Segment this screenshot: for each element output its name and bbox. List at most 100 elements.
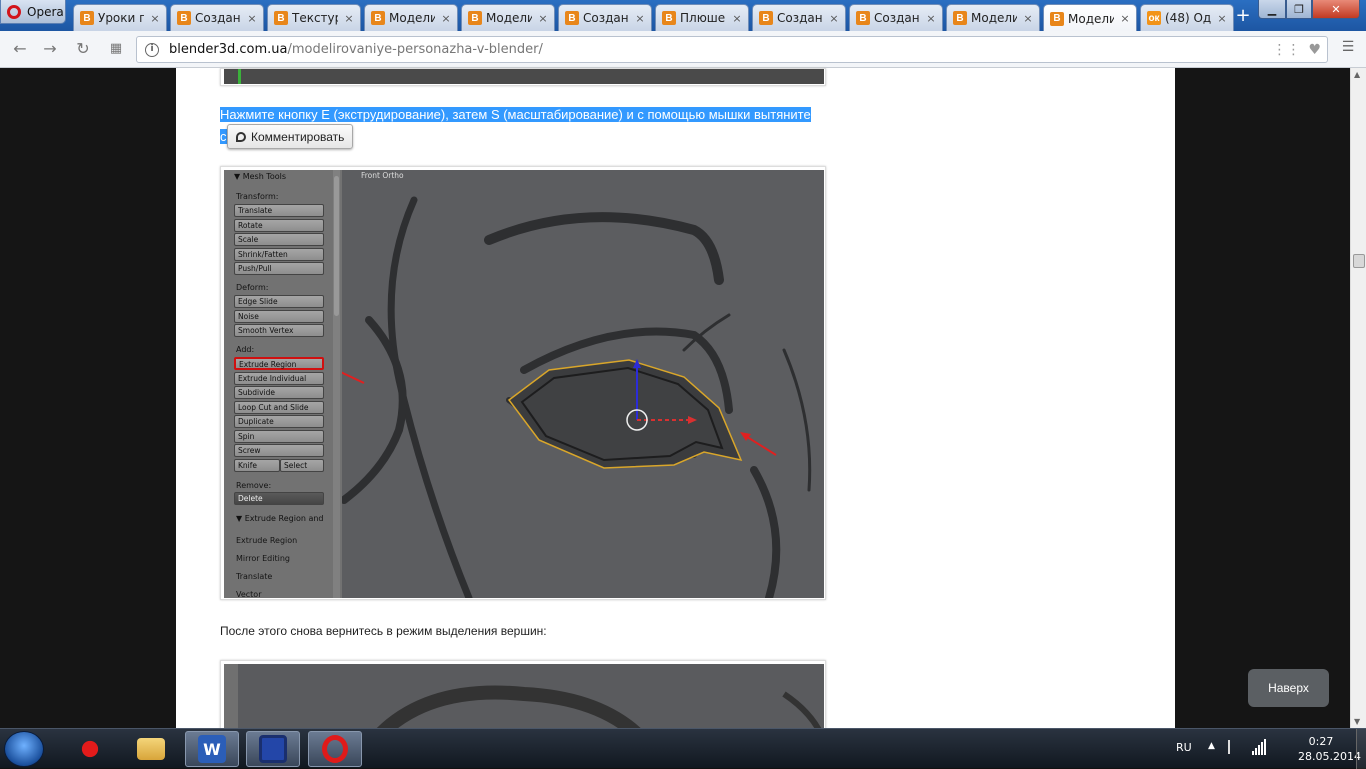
tab-title: Плюше: [680, 11, 726, 25]
window-controls: ▁ ❐ ✕: [1258, 0, 1362, 20]
tab-5[interactable]: B Создани ×: [558, 4, 652, 31]
blender-icon: B: [662, 11, 676, 25]
reload-icon[interactable]: ↻: [73, 39, 93, 59]
operator-item: Mirror Editing: [236, 554, 290, 563]
tab-0[interactable]: B Уроки по ×: [73, 4, 167, 31]
tool-button[interactable]: Extrude Individual: [234, 372, 324, 385]
tab-close-icon[interactable]: ×: [148, 12, 162, 25]
tab-title: Модели: [971, 11, 1017, 25]
action-center-flag-icon[interactable]: [1228, 740, 1240, 754]
tab-strip: Opera B Уроки по × B Создани × B Текстур × B Модел…: [0, 0, 1366, 32]
heart-icon[interactable]: ♥: [1308, 42, 1321, 58]
tab-2[interactable]: B Текстур ×: [267, 4, 361, 31]
comment-tooltip-button[interactable]: Комментировать: [227, 124, 354, 149]
taskbar-save-app[interactable]: [246, 731, 300, 767]
blender-screenshot: ▼ Mesh Tools Transform: Deform: Add: Remove:…: [224, 170, 824, 598]
tool-button[interactable]: Loop Cut and Slide: [234, 401, 324, 414]
forward-arrow-icon[interactable]: →: [40, 39, 60, 59]
delete-dropdown[interactable]: Delete: [234, 492, 324, 505]
tool-button[interactable]: Scale: [234, 233, 324, 246]
tab-10[interactable]: B Модели ×: [1043, 4, 1137, 32]
tool-button[interactable]: Noise: [234, 310, 324, 323]
scroll-down-icon[interactable]: ▼: [1354, 717, 1360, 726]
tool-button[interactable]: Shrink/Fatten: [234, 248, 324, 261]
blender-icon: B: [371, 11, 385, 25]
taskbar-app-paint[interactable]: [63, 731, 117, 767]
new-tab-button[interactable]: +: [1232, 6, 1254, 26]
tool-button[interactable]: Spin: [234, 430, 324, 443]
tab-close-icon[interactable]: ×: [536, 12, 550, 25]
tab-title: Модели: [389, 11, 435, 25]
tab-title: Модели: [486, 11, 532, 25]
tab-title: Текстур: [292, 11, 338, 25]
minimize-button[interactable]: ▁: [1258, 0, 1286, 19]
tab-close-icon[interactable]: ×: [1021, 12, 1035, 25]
page-scrollbar[interactable]: ▲ ▼: [1350, 68, 1366, 728]
tab-close-icon[interactable]: ×: [633, 12, 647, 25]
tool-button[interactable]: Push/Pull: [234, 262, 324, 275]
tab-close-icon[interactable]: ×: [342, 12, 356, 25]
odnoklassniki-icon: ок: [1147, 11, 1161, 25]
tool-button[interactable]: Edge Slide: [234, 295, 324, 308]
sidebar-menu-icon[interactable]: ☰: [1338, 39, 1358, 59]
mesh-tools-panel: ▼ Mesh Tools Transform: Deform: Add: Remove:…: [224, 170, 342, 598]
tab-1[interactable]: B Создани ×: [170, 4, 264, 31]
scroll-thumb[interactable]: [1353, 254, 1365, 268]
tool-button[interactable]: Rotate: [234, 219, 324, 232]
blender-icon: B: [856, 11, 870, 25]
select-button[interactable]: Select: [280, 459, 324, 472]
back-arrow-icon[interactable]: ←: [10, 39, 30, 59]
tab-title: (48) Одн: [1165, 11, 1211, 25]
tool-button[interactable]: Smooth Vertex: [234, 324, 324, 337]
network-signal-icon[interactable]: [1252, 739, 1266, 755]
opera-menu-button[interactable]: Opera: [0, 0, 66, 24]
panel-scrollbar[interactable]: [333, 170, 340, 598]
tab-7[interactable]: B Создани ×: [752, 4, 846, 31]
to-top-button[interactable]: Наверх: [1248, 669, 1329, 707]
operator-item: Translate: [236, 572, 273, 581]
clock-date: 28.05.2014: [1298, 750, 1361, 763]
start-button[interactable]: [4, 731, 44, 767]
tab-close-icon[interactable]: ×: [730, 12, 744, 25]
tab-8[interactable]: B Создани ×: [849, 4, 943, 31]
tab-close-icon[interactable]: ×: [924, 12, 938, 25]
tab-3[interactable]: B Модели ×: [364, 4, 458, 31]
system-tray: RU ▲ 0:27 28.05.2014: [1170, 729, 1366, 769]
knife-button[interactable]: Knife: [234, 459, 280, 472]
tab-close-icon[interactable]: ×: [827, 12, 841, 25]
show-hidden-icons-icon[interactable]: ▲: [1208, 741, 1215, 751]
word-icon: W: [198, 735, 226, 763]
site-info-icon[interactable]: i: [145, 42, 159, 57]
language-indicator[interactable]: RU: [1176, 741, 1192, 754]
scroll-up-icon[interactable]: ▲: [1354, 70, 1360, 79]
maximize-button[interactable]: ❐: [1286, 0, 1312, 19]
floppy-disk-icon: [259, 735, 287, 763]
tool-button[interactable]: Subdivide: [234, 386, 324, 399]
tab-title: Создани: [777, 11, 823, 25]
tool-button[interactable]: Screw: [234, 444, 324, 457]
extrude-figure: ▼ Mesh Tools Transform: Deform: Add: Remove:…: [220, 166, 826, 600]
page-grid-icon[interactable]: ⋮⋮: [1272, 42, 1300, 58]
tab-9[interactable]: B Модели ×: [946, 4, 1040, 31]
speed-dial-grid-icon[interactable]: ▦: [106, 39, 126, 59]
folder-icon: [137, 738, 165, 760]
tab-close-icon[interactable]: ×: [245, 12, 259, 25]
opera-logo-icon: [7, 4, 21, 19]
tab-close-icon[interactable]: ×: [439, 12, 453, 25]
tool-button[interactable]: Translate: [234, 204, 324, 217]
tool-button[interactable]: Duplicate: [234, 415, 324, 428]
taskbar-word[interactable]: W: [185, 731, 239, 767]
show-desktop-button[interactable]: [1356, 729, 1366, 769]
tab-6[interactable]: B Плюше ×: [655, 4, 749, 31]
tab-4[interactable]: B Модели ×: [461, 4, 555, 31]
taskbar-opera[interactable]: [308, 731, 362, 767]
tab-close-icon[interactable]: ×: [1118, 12, 1132, 25]
tab-11[interactable]: ок (48) Одн ×: [1140, 4, 1234, 31]
clock[interactable]: 0:27 28.05.2014: [1298, 734, 1361, 764]
close-window-button[interactable]: ✕: [1312, 0, 1360, 19]
splash-icon: [76, 735, 104, 763]
address-bar[interactable]: i blender3d.com.ua /modelirovaniye-perso…: [136, 36, 1328, 63]
tab-close-icon[interactable]: ×: [1215, 12, 1229, 25]
taskbar-explorer[interactable]: [124, 731, 178, 767]
tab-title: Модели: [1068, 11, 1114, 26]
